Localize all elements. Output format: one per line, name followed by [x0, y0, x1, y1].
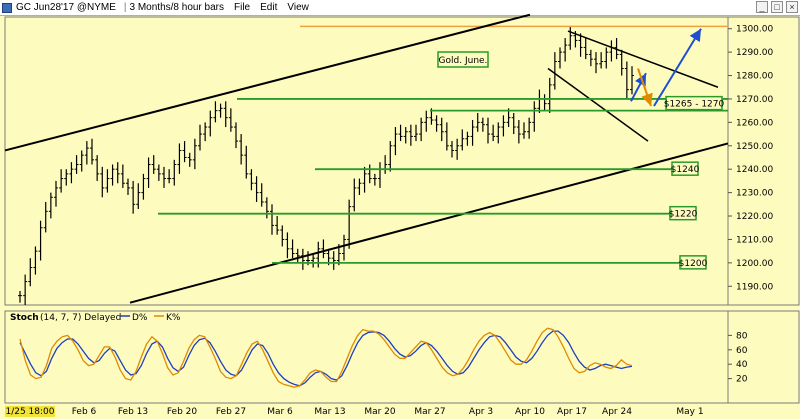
x-tick-label: Apr 10 [515, 407, 545, 417]
x-tick-label: Mar 20 [364, 407, 396, 417]
price-panel [4, 16, 729, 306]
x-tick-label: Mar 27 [414, 407, 445, 417]
y-tick-label: 1200.00 [736, 259, 773, 269]
x-tick-label: Feb 6 [72, 407, 97, 417]
stoch-tick-label: 80 [736, 331, 748, 341]
price-annotation: $1265 - 1270 [664, 100, 725, 110]
y-tick-label: 1260.00 [736, 118, 773, 128]
y-tick-label: 1250.00 [736, 142, 773, 152]
x-tick-label: 1/25 18:00 [5, 407, 54, 417]
stoch-tick-label: 40 [736, 360, 748, 370]
x-tick-label: May 1 [676, 407, 703, 417]
stoch-panel [4, 310, 729, 404]
price-annotation: $1200 [679, 259, 708, 269]
x-tick-label: Apr 17 [557, 407, 587, 417]
y-tick-label: 1220.00 [736, 212, 773, 222]
stoch-params: (14, 7, 7) Delayed [40, 313, 121, 323]
price-annotation: $1220 [669, 210, 698, 220]
y-tick-label: 1230.00 [736, 189, 773, 199]
price-annotation: $1240 [671, 165, 700, 175]
y-tick-label: 1280.00 [736, 72, 773, 82]
x-tick-label: Feb 27 [216, 407, 246, 417]
y-tick-label: 1270.00 [736, 95, 773, 105]
y-tick-label: 1300.00 [736, 25, 773, 35]
y-tick-label: 1240.00 [736, 165, 773, 175]
y-tick-label: 1290.00 [736, 48, 773, 58]
chart-window: GC Jun28'17 @NYME | 3 Months/8 hour bars… [0, 0, 800, 419]
x-tick-label: Apr 3 [469, 407, 493, 417]
stoch-tick-label: 60 [736, 346, 748, 356]
x-tick-label: Apr 24 [602, 407, 632, 417]
x-tick-label: Mar 6 [267, 407, 293, 417]
chart-canvas: 1/25 18:00 Feb 6 Feb 13 Feb 20 Feb 27 Mar 6 Ma… [4, 13, 800, 417]
chart-title: Gold. June. [439, 56, 488, 66]
stoch-legend-label: D% [132, 313, 148, 323]
stoch-title: Stoch [10, 313, 39, 323]
stoch-tick-label: 20 [736, 375, 748, 385]
y-tick-label: 1190.00 [736, 282, 773, 292]
y-tick-label: 1210.00 [736, 235, 773, 245]
x-tick-label: Mar 13 [314, 407, 345, 417]
x-tick-label: Feb 20 [167, 407, 198, 417]
stoch-legend-label: K% [166, 313, 181, 323]
x-tick-label: Feb 13 [118, 407, 148, 417]
stoch-axis-panel [727, 310, 800, 404]
